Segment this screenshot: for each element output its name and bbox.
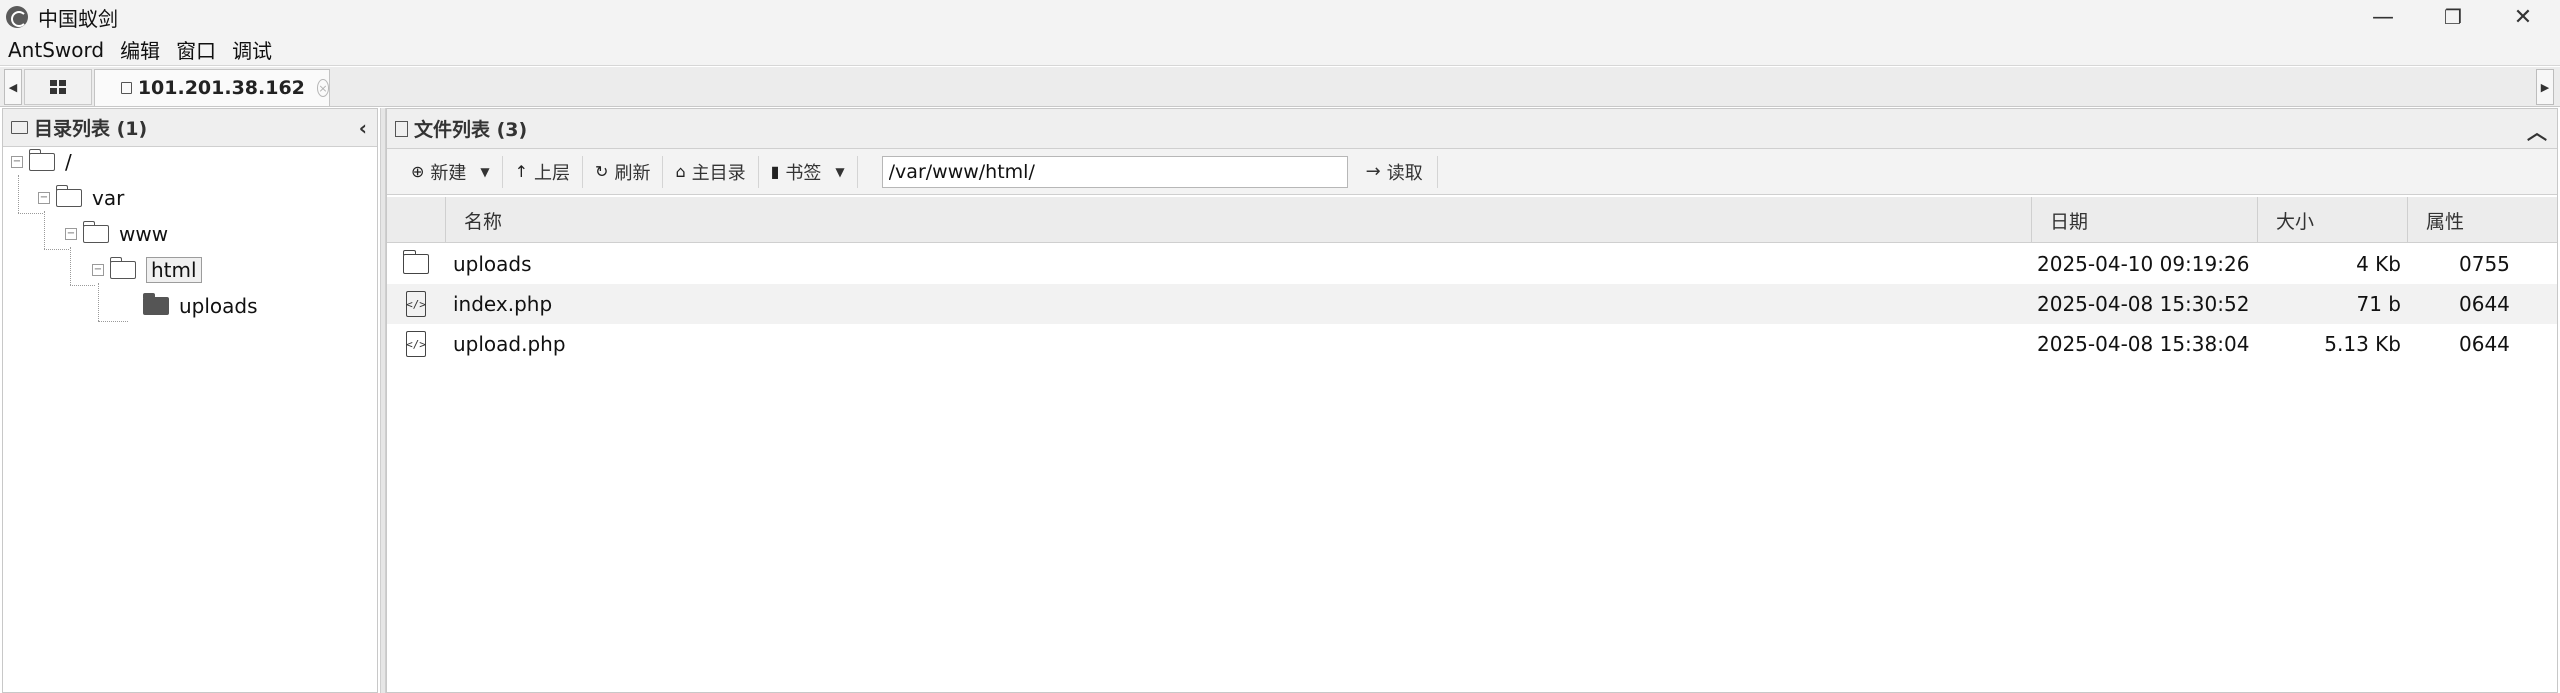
file-list-title: 文件列表 (3) xyxy=(414,119,528,141)
tree-node-html[interactable]: − html xyxy=(92,255,202,285)
folder-icon xyxy=(82,221,109,243)
grid-icon xyxy=(50,80,66,94)
home-icon: ⌂ xyxy=(675,162,686,181)
file-row[interactable]: uploads 2025-04-10 09:19:26 4 Kb 0755 xyxy=(387,244,2557,284)
title-bar: 中国蚁剑 — ❐ ✕ xyxy=(0,0,2560,34)
read-path-label: 读取 xyxy=(1386,162,1423,184)
column-attr[interactable]: 属性 xyxy=(2407,197,2557,243)
arrow-up-icon: ↑ xyxy=(514,162,529,181)
collapse-toggle-icon[interactable]: − xyxy=(11,156,23,168)
file-date: 2025-04-10 09:19:26 xyxy=(2037,252,2250,276)
menu-debug[interactable]: 调试 xyxy=(224,35,280,64)
collapse-toggle-icon[interactable]: − xyxy=(65,228,77,240)
file-toolbar: ⊕ 新建 ▼ ↑ 上层 ↻ 刷新 ⌂ 主目录 ▮ 书签 ▼ → 读取 xyxy=(387,149,2557,195)
code-file-icon: </> xyxy=(406,284,426,324)
refresh-label: 刷新 xyxy=(614,162,651,184)
file-name: uploads xyxy=(453,252,532,276)
tab-close-icon[interactable]: × xyxy=(316,79,329,97)
path-input[interactable] xyxy=(881,155,1348,188)
refresh-icon: ↻ xyxy=(595,162,609,181)
file-row[interactable]: </> upload.php 2025-04-08 15:38:04 5.13 … xyxy=(387,324,2557,364)
folder-icon xyxy=(28,149,55,171)
collapse-toggle-icon[interactable]: − xyxy=(92,264,104,276)
tree-node-var[interactable]: − var xyxy=(38,183,124,213)
app-logo-icon xyxy=(6,6,28,28)
menu-antsword[interactable]: AntSword xyxy=(0,38,112,62)
code-file-icon: </> xyxy=(406,324,426,364)
dropdown-caret-icon: ▼ xyxy=(480,164,490,179)
file-name: upload.php xyxy=(453,332,566,356)
close-window-button[interactable]: ✕ xyxy=(2488,0,2558,34)
tab-bar: ◀ 101.201.38.162 × ▶ xyxy=(0,67,2560,107)
column-size[interactable]: 大小 xyxy=(2257,197,2407,243)
minimize-button[interactable]: — xyxy=(2348,0,2418,34)
window-title: 中国蚁剑 xyxy=(38,6,118,31)
tree-node-label: var xyxy=(92,186,125,210)
home-directory-label: 主目录 xyxy=(691,162,746,184)
file-list-header: 文件列表 (3) ︿ xyxy=(387,109,2557,149)
restore-button[interactable]: ❐ xyxy=(2418,0,2488,34)
directory-panel: 目录列表 (1) ‹ − / − var − www − html upload… xyxy=(2,108,378,693)
file-list-panel: 文件列表 (3) ︿ ⊕ 新建 ▼ ↑ 上层 ↻ 刷新 ⌂ 主目录 ▮ 书签 ▼… xyxy=(386,108,2558,693)
tree-node-label: uploads xyxy=(179,294,258,318)
file-attr: 0644 xyxy=(2459,332,2510,356)
tree-node-label-selected: html xyxy=(146,257,202,283)
file-size: 5.13 Kb xyxy=(2324,332,2401,356)
bookmark-icon: ▮ xyxy=(770,162,780,181)
directory-panel-header: 目录列表 (1) ‹ xyxy=(3,109,377,147)
tree-node-root[interactable]: − / xyxy=(11,147,72,177)
tab-host-label: 101.201.38.162 xyxy=(137,77,305,99)
file-grid-header: 名称 日期 大小 属性 xyxy=(387,197,2557,243)
tree-node-uploads[interactable]: uploads xyxy=(142,291,258,321)
directory-panel-title: 目录列表 (1) xyxy=(34,118,148,140)
folder-icon xyxy=(121,82,132,94)
menu-window[interactable]: 窗口 xyxy=(168,35,224,64)
menu-bar: AntSword 编辑 窗口 调试 xyxy=(0,34,2560,66)
tab-scroll-left-button[interactable]: ◀ xyxy=(4,69,22,105)
folder-icon xyxy=(402,244,429,284)
folder-filled-icon xyxy=(142,293,169,315)
column-date[interactable]: 日期 xyxy=(2031,197,2257,243)
folder-icon xyxy=(55,185,82,207)
arrow-right-icon: → xyxy=(1365,161,1381,182)
tree-node-label: / xyxy=(65,150,72,174)
directory-tree: − / − var − www − html uploads xyxy=(3,147,377,692)
tree-node-www[interactable]: − www xyxy=(65,219,168,249)
tab-host[interactable]: 101.201.38.162 × xyxy=(94,69,330,106)
collapse-toggle-icon[interactable]: − xyxy=(38,192,50,204)
refresh-button[interactable]: ↻ 刷新 xyxy=(583,155,664,188)
file-size: 4 Kb xyxy=(2356,252,2401,276)
file-date: 2025-04-08 15:30:52 xyxy=(2037,292,2250,316)
plus-circle-icon: ⊕ xyxy=(411,162,425,181)
read-path-button[interactable]: → 读取 xyxy=(1360,155,1438,188)
up-level-label: 上层 xyxy=(534,162,571,184)
file-attr: 0644 xyxy=(2459,292,2510,316)
file-name: index.php xyxy=(453,292,553,316)
collapse-left-panel-button[interactable]: ‹ xyxy=(359,116,367,140)
menu-edit[interactable]: 编辑 xyxy=(112,35,168,64)
tab-home-grid[interactable] xyxy=(24,69,92,105)
new-button[interactable]: ⊕ 新建 ▼ xyxy=(399,155,503,188)
dropdown-caret-icon: ▼ xyxy=(835,164,845,179)
file-date: 2025-04-08 15:38:04 xyxy=(2037,332,2250,356)
tab-scroll-right-button[interactable]: ▶ xyxy=(2536,69,2554,105)
tree-node-label: www xyxy=(119,222,169,246)
new-button-label: 新建 xyxy=(430,162,467,184)
file-attr: 0755 xyxy=(2459,252,2510,276)
folder-icon xyxy=(109,257,136,279)
file-size: 71 b xyxy=(2356,292,2401,316)
up-level-button[interactable]: ↑ 上层 xyxy=(503,155,584,188)
collapse-file-panel-button[interactable]: ︿ xyxy=(2527,116,2547,145)
document-icon xyxy=(395,120,408,137)
folder-icon xyxy=(11,121,28,134)
home-directory-button[interactable]: ⌂ 主目录 xyxy=(663,155,759,188)
file-row[interactable]: </> index.php 2025-04-08 15:30:52 71 b 0… xyxy=(387,284,2557,324)
file-grid: uploads 2025-04-10 09:19:26 4 Kb 0755 </… xyxy=(387,244,2557,364)
bookmark-button[interactable]: ▮ 书签 ▼ xyxy=(759,155,858,188)
bookmark-label: 书签 xyxy=(785,162,822,184)
